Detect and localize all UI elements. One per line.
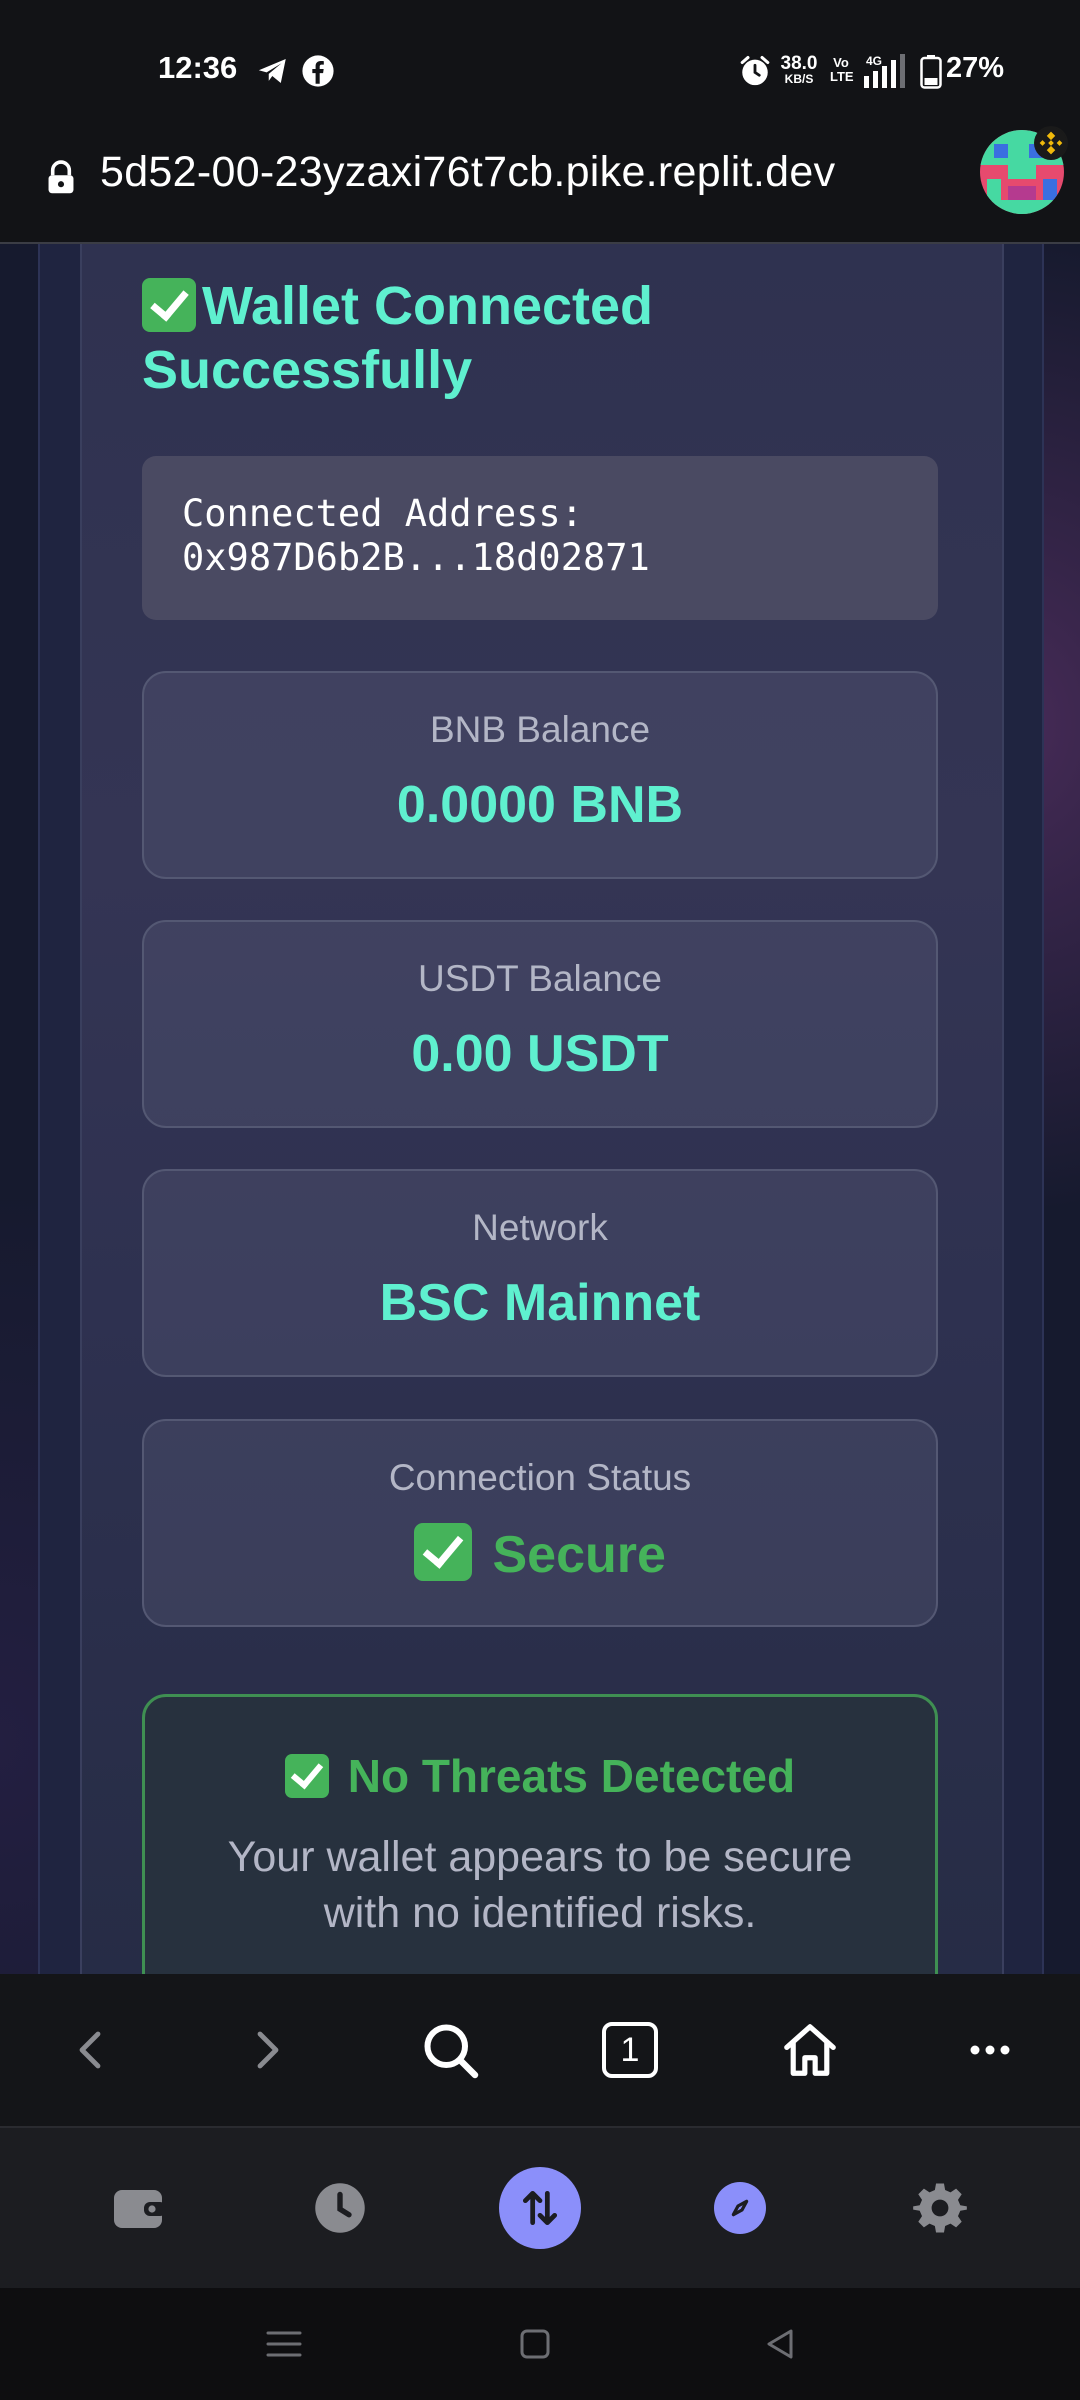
bnb-badge-icon — [1034, 126, 1068, 160]
wallet-icon — [114, 2190, 166, 2228]
card-value: 0.0000 BNB — [396, 776, 684, 834]
card-label: Network — [472, 1207, 608, 1248]
back-system-button[interactable] — [730, 2288, 830, 2400]
card-label: Connection Status — [388, 1457, 692, 1498]
address-box: Connected Address: 0x987D6b2B...18d02871 — [142, 456, 938, 620]
address-value: 0x987D6b2B...18d02871 — [182, 536, 650, 579]
forward-button[interactable] — [208, 1974, 328, 2126]
more-button[interactable] — [930, 1974, 1050, 2126]
battery-percent: 27% — [946, 52, 1005, 84]
recents-button[interactable] — [234, 2288, 334, 2400]
svg-text:4G: 4G — [866, 54, 882, 68]
browser-toolbar: 1 — [0, 1974, 1080, 2128]
battery-icon — [920, 55, 942, 89]
discover-icon — [731, 2199, 749, 2217]
url-text[interactable]: 5d52-00-23yzaxi76t7cb.pike.replit.dev — [100, 148, 835, 197]
nav-wallet[interactable] — [80, 2128, 200, 2288]
nav-discover[interactable] — [680, 2128, 800, 2288]
volte-indicator: Vo LTE — [830, 55, 854, 84]
status-bar: 12:36 38.0 KB/S Vo LTE 4G 27% — [0, 0, 1080, 140]
search-button[interactable] — [390, 1974, 510, 2126]
alarm-icon — [740, 55, 770, 86]
threat-status-box: No Threats Detected Your wallet appears … — [142, 1694, 938, 1974]
status-time: 12:36 — [158, 50, 238, 85]
nav-history[interactable] — [280, 2128, 400, 2288]
page-content: Wallet Connected Successfully Connected … — [0, 244, 1080, 1974]
bottom-nav — [0, 2128, 1080, 2288]
address-label: Connected Address: — [182, 492, 583, 535]
threat-description: Your wallet appears to be secure with no… — [227, 1833, 853, 1937]
check-icon — [142, 278, 196, 332]
card-value: BSC Mainnet — [379, 1274, 701, 1332]
tabs-button[interactable]: 1 — [570, 1974, 690, 2126]
forward-icon — [257, 2031, 279, 2069]
threat-title: No Threats Detected — [145, 1749, 935, 1803]
back-triangle-icon — [767, 2329, 793, 2359]
signal-icon: 4G — [864, 54, 905, 88]
home-square-icon — [520, 2329, 550, 2359]
lock-icon[interactable] — [44, 160, 78, 196]
home-system-button[interactable] — [485, 2288, 585, 2400]
back-icon — [79, 2031, 101, 2069]
page-title: Wallet Connected Successfully — [142, 276, 654, 400]
facebook-icon — [302, 55, 334, 87]
check-icon — [284, 1754, 329, 1798]
card-label: USDT Balance — [417, 958, 663, 999]
connection-status-card: Connection Status Secure — [142, 1419, 938, 1627]
search-icon — [424, 2024, 479, 2079]
card-label: BNB Balance — [429, 709, 651, 750]
telegram-icon — [258, 58, 286, 84]
net-speed: 38.0 KB/S — [780, 53, 818, 86]
history-icon — [315, 2183, 365, 2233]
tabs-icon: 1 — [602, 2022, 658, 2078]
card-value: Secure — [144, 1523, 936, 1585]
card-value: 0.00 USDT — [411, 1025, 669, 1083]
network-card: Network BSC Mainnet — [142, 1169, 938, 1377]
system-nav-bar — [0, 2288, 1080, 2400]
bnb-balance-card: BNB Balance 0.0000 BNB — [142, 671, 938, 879]
recents-icon — [266, 2331, 302, 2357]
back-button[interactable] — [30, 1974, 150, 2126]
swap-icon — [522, 2190, 558, 2226]
usdt-balance-card: USDT Balance 0.00 USDT — [142, 920, 938, 1128]
settings-icon — [913, 2183, 967, 2233]
home-icon — [784, 2024, 836, 2076]
check-icon — [414, 1523, 473, 1581]
nav-swap[interactable] — [480, 2128, 600, 2288]
more-icon — [970, 2045, 1010, 2055]
home-button[interactable] — [750, 1974, 870, 2126]
nav-settings[interactable] — [880, 2128, 1000, 2288]
